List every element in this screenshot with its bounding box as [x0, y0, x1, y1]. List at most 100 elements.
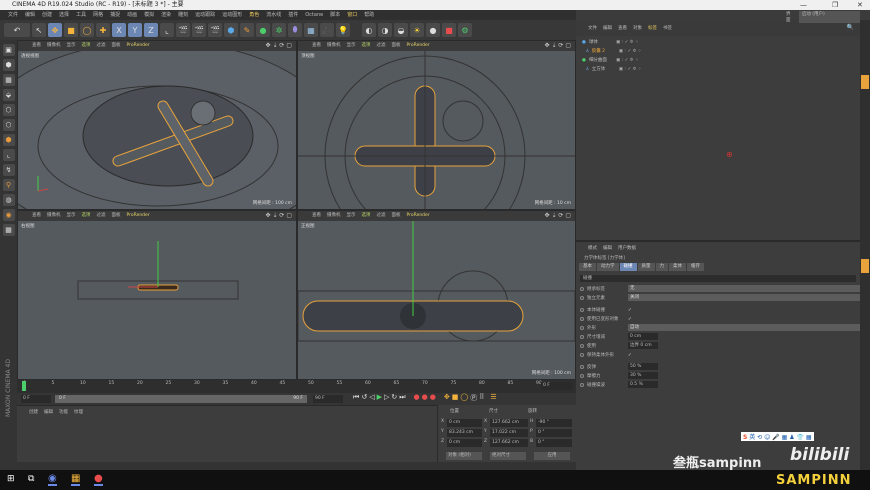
rotation-field[interactable]: -90 ° [536, 419, 572, 427]
cinema4d-taskbar-icon[interactable]: ◉ [48, 473, 57, 486]
menu-item[interactable]: 捕捉 [110, 10, 120, 20]
attr-number[interactable]: 0.5 % [628, 381, 658, 388]
move-tool-icon[interactable]: ✥ [48, 23, 62, 37]
attr-subtab[interactable]: 基本 [579, 263, 596, 271]
tweak-icon[interactable]: ↯ [2, 164, 15, 176]
menu-item[interactable]: 流水线 [266, 10, 281, 20]
viewport-menu-item[interactable]: 查看 [32, 211, 41, 221]
menu-item[interactable]: 工具 [76, 10, 86, 20]
recorder-taskbar-icon[interactable]: ● [94, 473, 103, 486]
attr-dropdown[interactable]: 关闭 [628, 294, 860, 301]
viewport-menu-item[interactable]: 查看 [312, 211, 321, 221]
viewport-nav-icons[interactable]: ✥ ⇣ ⟳ ▢ [545, 212, 571, 219]
key-rotation-icon[interactable]: ◯ [460, 393, 468, 403]
autokey-icon[interactable]: ● [422, 393, 428, 403]
sun-icon[interactable]: ☀ [410, 23, 424, 37]
object-row[interactable]: ● 细分曲面 ▣ : ✓ ✲ ⁘ [582, 57, 639, 64]
viewport-menu-item[interactable]: 显示 [67, 41, 76, 51]
om-menu-item[interactable]: 文件 [588, 25, 597, 31]
menu-item[interactable]: 选择 [59, 10, 69, 20]
prev-key-icon[interactable]: ↺ [361, 393, 367, 403]
menu-item[interactable]: 创建 [42, 10, 52, 20]
subdivision-icon[interactable]: ● [256, 23, 270, 37]
viewport-top[interactable]: 查看 摄像机 显示 选项 过滤 面板 ProRender ✥ ⇣ ⟳ ▢ 顶视图 网格间距 … [297, 40, 576, 210]
x-axis-icon[interactable]: X [112, 23, 126, 37]
minimize-button[interactable]: — [800, 0, 807, 10]
size-mode-dropdown[interactable]: 绝对尺寸 [490, 452, 526, 460]
rotate-tool-icon[interactable]: ◯ [80, 23, 94, 37]
viewport-menu-item[interactable]: 选项 [362, 211, 371, 221]
z-axis-icon[interactable]: Z [144, 23, 158, 37]
position-field[interactable]: 83.243 cm [447, 429, 482, 437]
pen-icon[interactable]: ✎ [240, 23, 254, 37]
grid-icon[interactable]: ▦ [2, 224, 15, 236]
viewport-nav-icons[interactable]: ✥ ⇣ ⟳ ▢ [266, 42, 292, 49]
viewport-menu-item[interactable]: 摄像机 [47, 41, 61, 51]
paint-taskbar-icon[interactable]: ▦ [71, 473, 81, 486]
viewport-menu-item[interactable]: 选项 [362, 41, 371, 51]
polygons-mode-icon[interactable]: ⬢ [2, 134, 15, 146]
timeline-window-icon[interactable]: ☰ [490, 393, 496, 403]
viewport-menu-item[interactable]: 查看 [312, 41, 321, 51]
om-search-icon[interactable]: 🔍 [847, 24, 854, 31]
key-pla-icon[interactable]: ⠿ [479, 393, 484, 403]
keyframe-selection-icon[interactable]: ● [430, 393, 436, 403]
maximize-button[interactable]: ❐ [832, 0, 838, 10]
viewport-menu-item[interactable]: 查看 [32, 41, 41, 51]
record-icon[interactable]: ● [414, 393, 420, 403]
viewport-menu-item[interactable]: 过滤 [97, 211, 106, 221]
floor-icon[interactable]: ▦ [304, 23, 318, 37]
viewport-menu-item[interactable]: 面板 [392, 41, 401, 51]
animate-dot-icon[interactable] [580, 383, 584, 387]
next-frame-icon[interactable]: ▷ [384, 393, 389, 403]
sculpt-icon[interactable]: ◉ [2, 209, 15, 221]
viewport-menu-item[interactable]: 摄像机 [327, 211, 341, 221]
live-viewer-icon[interactable]: ■ [442, 23, 456, 37]
attr-number[interactable]: 30 % [628, 372, 658, 379]
position-field[interactable]: 0 cm [447, 419, 482, 427]
objects-tab[interactable] [861, 75, 869, 89]
om-menu-item[interactable]: 编辑 [603, 25, 612, 31]
material-menu-item[interactable]: 功能 [59, 409, 68, 415]
start-frame-field[interactable]: 0 F [21, 395, 51, 403]
soft-selection-icon[interactable]: ◍ [2, 194, 15, 206]
prev-frame-icon[interactable]: ◁ [369, 393, 374, 403]
key-position-icon[interactable]: ✥ [444, 393, 450, 403]
object-row[interactable]: ● 球体 ▣ : ✓ ✲ ⁘ [582, 39, 639, 46]
playhead[interactable] [22, 381, 26, 391]
viewport-menu-item[interactable]: 面板 [392, 211, 401, 221]
animate-dot-icon[interactable] [580, 326, 584, 330]
render-picture-viewer-icon[interactable]: 🎬 [192, 23, 206, 37]
viewport-menu-item[interactable]: ProRender [127, 211, 150, 221]
animate-dot-icon[interactable] [580, 287, 584, 291]
menu-item[interactable]: 渲染 [161, 10, 171, 20]
timeline-ruler[interactable]: 051015202530354045505560657075808590 0 F [17, 380, 576, 393]
animate-dot-icon[interactable] [580, 353, 584, 357]
animate-dot-icon[interactable] [580, 374, 584, 378]
object-row[interactable]: ⅄ 胶囊 2 ▣ : ✓ ✲ ⁘ [586, 48, 642, 55]
attr-menu-item[interactable]: 编辑 [603, 245, 612, 251]
rotation-field[interactable]: 0 ° [536, 439, 572, 447]
deformer-icon[interactable]: ⬮ [288, 23, 302, 37]
attr-check[interactable]: ✓ [628, 317, 632, 322]
attr-subtab[interactable]: 力 [655, 263, 668, 271]
position-field[interactable]: 0 cm [447, 439, 482, 447]
camera-icon[interactable]: 🎥 [320, 23, 334, 37]
om-menu-item[interactable]: 书签 [663, 25, 672, 31]
viewport-menu-item[interactable]: 过滤 [97, 41, 106, 51]
size-field[interactable]: 127.662 cm [490, 419, 528, 427]
viewport-nav-icons[interactable]: ✥ ⇣ ⟳ ▢ [545, 42, 571, 49]
go-to-end-icon[interactable]: ⏭ [399, 393, 405, 403]
scale-tool-icon[interactable]: ■ [64, 23, 78, 37]
menu-item[interactable]: 运动图形 [222, 10, 242, 20]
light-icon[interactable]: 💡 [336, 23, 350, 37]
viewport-menu-item[interactable]: 摄像机 [47, 211, 61, 221]
attr-subtab[interactable]: 柔体 [669, 263, 686, 271]
octane-settings-icon[interactable]: ⚙ [458, 23, 472, 37]
menu-item[interactable]: 动画 [127, 10, 137, 20]
coordinate-mode-dropdown[interactable]: 对象 (相对) [446, 452, 482, 460]
make-editable-icon[interactable]: ▣ [2, 44, 15, 56]
menu-item[interactable]: 雕刻 [178, 10, 188, 20]
menu-item[interactable]: 网格 [93, 10, 103, 20]
attr-dropdown[interactable]: 自动 [628, 324, 860, 331]
